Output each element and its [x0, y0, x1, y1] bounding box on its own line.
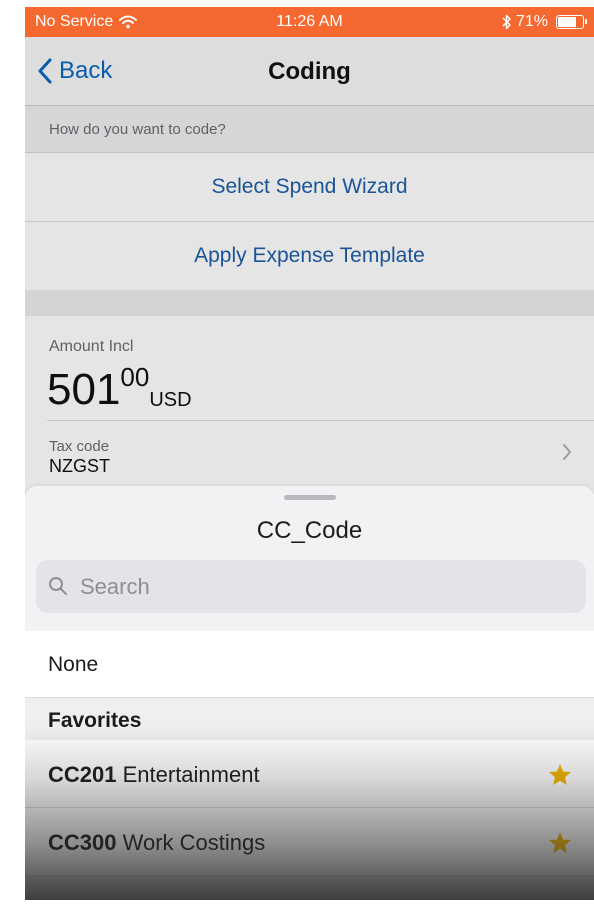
list-item-name: Work Costings [122, 830, 266, 855]
cc-code-picker-sheet: CC_Code None Favorites CC201 Entertainme… [25, 486, 594, 900]
star-icon[interactable] [548, 831, 572, 854]
favorites-header: Favorites [25, 698, 594, 740]
battery-fill [558, 17, 577, 27]
option-none[interactable]: None [25, 631, 594, 698]
list-item-cc201[interactable]: CC201 Entertainment [25, 740, 594, 808]
phone-screen: No Service 11:26 AM 71% Back Coding How … [25, 7, 594, 900]
sheet-grabber[interactable] [284, 495, 336, 500]
code-list: None Favorites CC201 Entertainment CC300… [25, 631, 594, 876]
battery-percent: 71% [515, 13, 548, 30]
list-item-name: Entertainment [122, 762, 260, 787]
star-icon[interactable] [548, 763, 572, 786]
bluetooth-icon [502, 14, 511, 30]
battery-icon [556, 15, 587, 29]
list-item-text: CC300 Work Costings [48, 830, 265, 856]
status-right: 71% [502, 13, 587, 31]
list-item-text: CC201 Entertainment [48, 762, 260, 788]
search-icon [49, 577, 67, 595]
favorites-header-label: Favorites [48, 709, 142, 732]
sheet-title: CC_Code [256, 517, 363, 544]
search-input[interactable] [80, 560, 570, 613]
option-none-label: None [48, 653, 99, 676]
status-bar: No Service 11:26 AM 71% [25, 7, 594, 37]
list-item-code: CC201 [48, 762, 117, 787]
list-item-cc300[interactable]: CC300 Work Costings [25, 808, 594, 876]
list-item-code: CC300 [48, 830, 117, 855]
search-field [36, 560, 586, 613]
